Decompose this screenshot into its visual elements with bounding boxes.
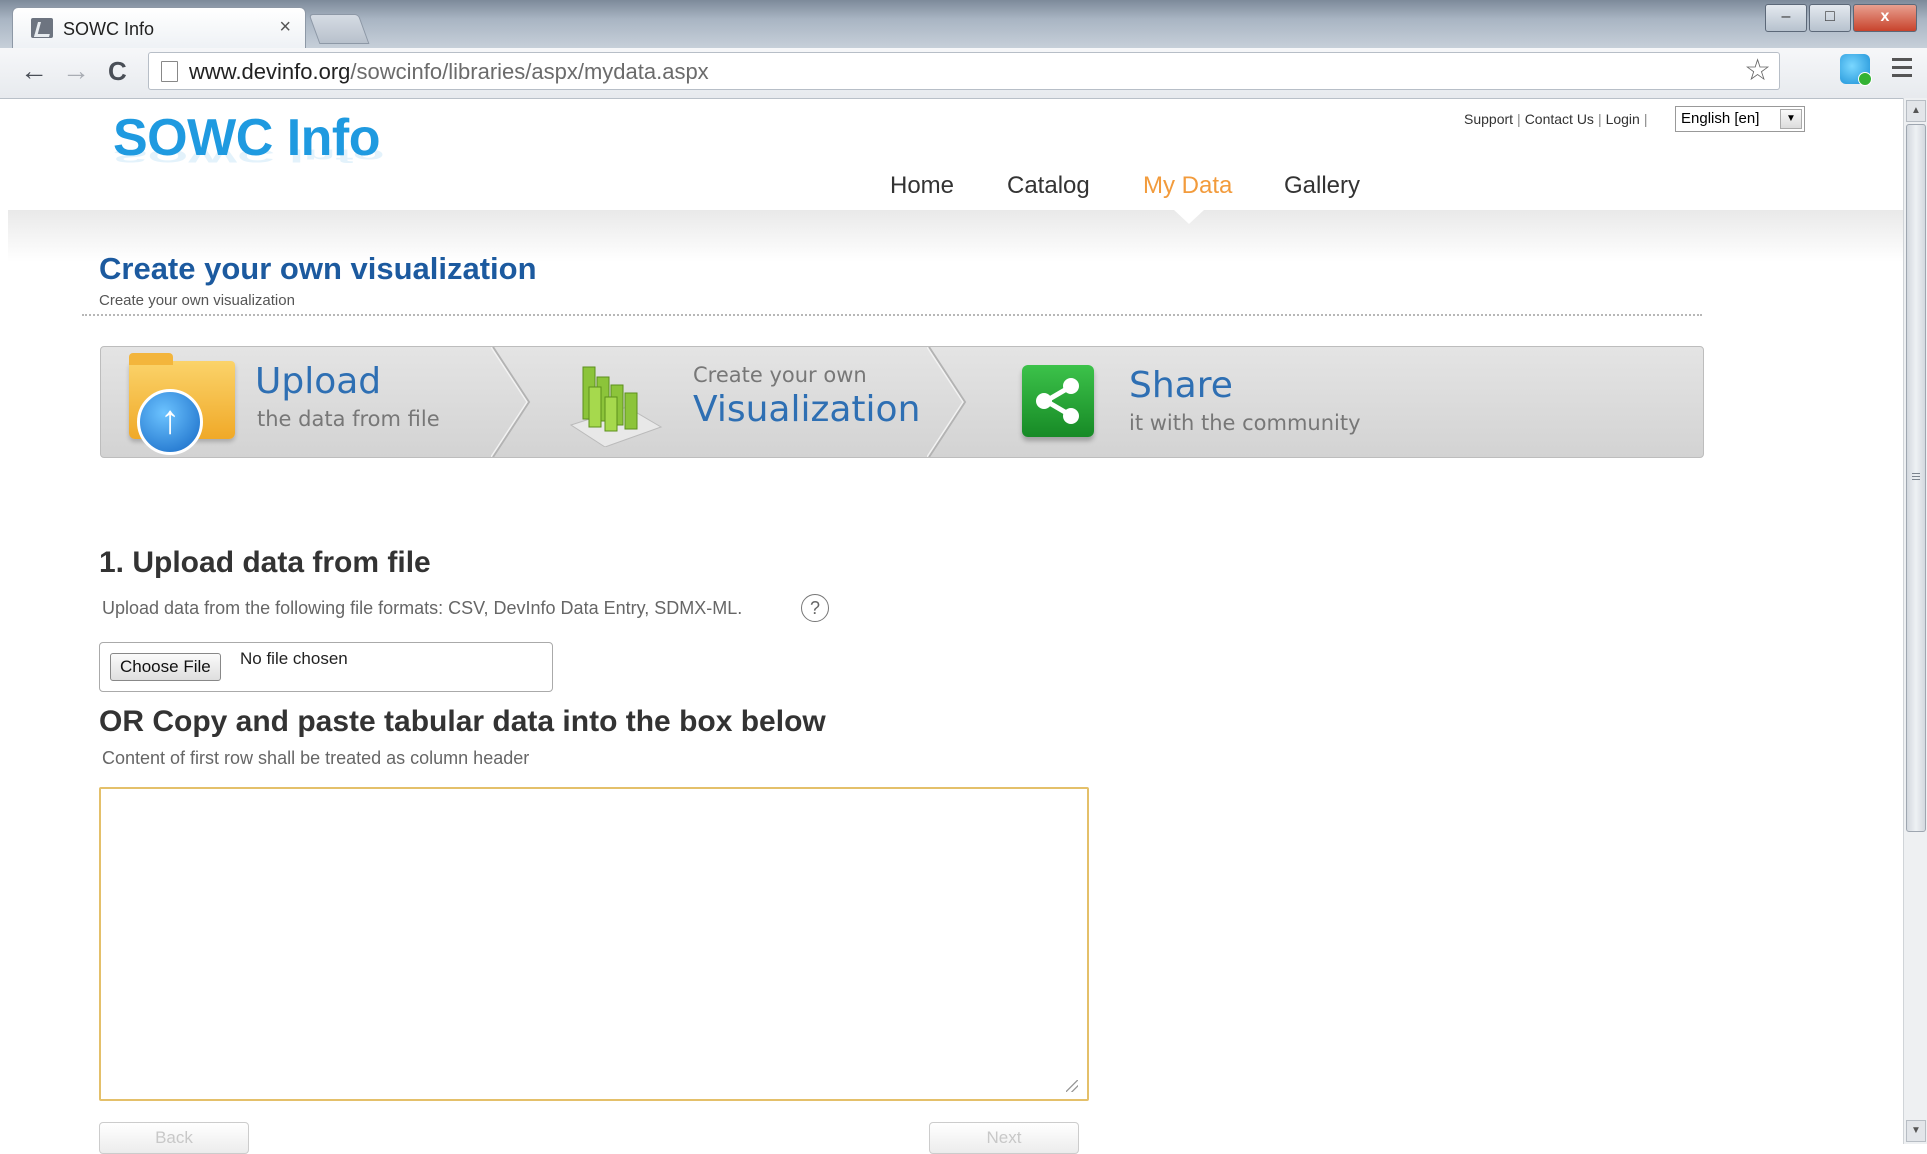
- language-select[interactable]: English [en] ▼: [1675, 106, 1805, 132]
- scroll-up-icon[interactable]: ▲: [1906, 100, 1926, 122]
- resize-grip-icon[interactable]: [1066, 1080, 1078, 1092]
- steps-bar: ↑ Upload the data from file Create your …: [100, 346, 1704, 458]
- nav-gallery[interactable]: Gallery: [1284, 172, 1360, 200]
- browser-tab[interactable]: SOWC Info ×: [12, 7, 306, 49]
- step-visualization-title: Visualization: [693, 389, 921, 430]
- step-separator-icon: [491, 347, 531, 457]
- scroll-grip-icon: [1912, 473, 1920, 482]
- extension-icon[interactable]: [1840, 54, 1872, 86]
- paste-data-textarea[interactable]: [99, 787, 1089, 1101]
- tab-close-icon[interactable]: ×: [279, 16, 291, 39]
- step-visualization-desc: Create your own: [693, 363, 867, 387]
- share-icon: [1022, 365, 1094, 437]
- nav-home[interactable]: Home: [890, 172, 954, 200]
- upload-heading: 1. Upload data from file: [99, 546, 431, 579]
- reload-icon[interactable]: C: [108, 56, 127, 86]
- step-upload-title: Upload: [255, 361, 382, 402]
- active-nav-indicator: [1174, 210, 1204, 224]
- page-subtitle: Create your own visualization: [99, 292, 295, 309]
- paste-heading: OR Copy and paste tabular data into the …: [99, 705, 826, 738]
- login-link[interactable]: Login: [1606, 111, 1640, 127]
- step-separator-icon: [927, 347, 967, 457]
- support-link[interactable]: Support: [1464, 111, 1513, 127]
- back-button[interactable]: Back: [99, 1122, 249, 1154]
- choose-file-button[interactable]: Choose File: [110, 653, 221, 681]
- utility-links: Support | Contact Us | Login |: [1464, 111, 1648, 127]
- url-text[interactable]: www.devinfo.org/sowcinfo/libraries/aspx/…: [189, 59, 709, 85]
- upload-hint: Upload data from the following file form…: [102, 598, 743, 618]
- address-bar[interactable]: www.devinfo.org/sowcinfo/libraries/aspx/…: [148, 52, 1780, 90]
- file-upload-field[interactable]: Choose File No file chosen: [99, 642, 553, 692]
- help-icon[interactable]: ?: [801, 594, 829, 622]
- vertical-scrollbar[interactable]: ▲ ▼: [1903, 98, 1927, 1144]
- next-button[interactable]: Next: [929, 1122, 1079, 1154]
- contact-us-link[interactable]: Contact Us: [1525, 111, 1594, 127]
- upload-arrow-icon: ↑: [137, 389, 203, 455]
- minimize-button[interactable]: –: [1765, 4, 1807, 32]
- divider: [82, 314, 1702, 316]
- nav-my-data[interactable]: My Data: [1143, 172, 1232, 200]
- folder-upload-icon: ↑: [129, 353, 235, 455]
- logo-reflection: SOWC Info: [113, 145, 385, 166]
- page-icon: [161, 61, 178, 82]
- tab-title: SOWC Info: [63, 19, 155, 39]
- forward-arrow-icon[interactable]: →: [62, 56, 90, 86]
- step-share-desc: it with the community: [1129, 411, 1361, 435]
- bar-chart-icon: [569, 366, 663, 447]
- maximize-button[interactable]: □: [1809, 4, 1851, 32]
- scroll-thumb[interactable]: [1906, 124, 1926, 832]
- new-tab-button[interactable]: [308, 14, 370, 44]
- scroll-down-icon[interactable]: ▼: [1906, 1120, 1926, 1142]
- back-arrow-icon[interactable]: ←: [20, 56, 48, 86]
- paste-hint: Content of first row shall be treated as…: [102, 748, 530, 768]
- browser-menu-icon[interactable]: [1892, 58, 1912, 82]
- step-upload-desc: the data from file: [257, 407, 440, 431]
- chevron-down-icon[interactable]: ▼: [1780, 109, 1802, 129]
- language-value: English [en]: [1681, 110, 1760, 127]
- nav-catalog[interactable]: Catalog: [1007, 172, 1090, 200]
- window-controls: – □ x: [1765, 4, 1917, 32]
- step-share-title: Share: [1129, 365, 1233, 406]
- bookmark-star-icon[interactable]: ☆: [1744, 53, 1771, 88]
- close-window-button[interactable]: x: [1853, 4, 1917, 32]
- page-title: Create your own visualization: [99, 251, 537, 286]
- site-favicon-icon: [31, 18, 53, 38]
- no-file-label: No file chosen: [240, 649, 348, 668]
